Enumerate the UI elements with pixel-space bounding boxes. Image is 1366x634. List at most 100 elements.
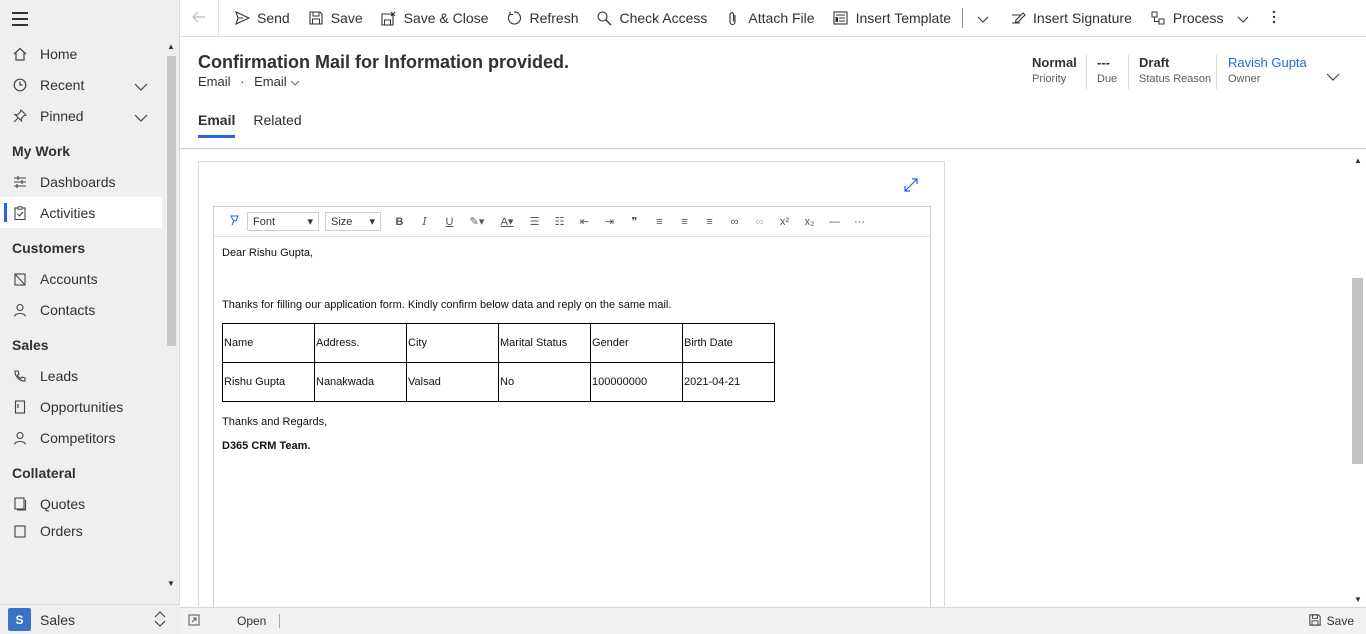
- sidebar-item-contacts[interactable]: Contacts: [0, 294, 162, 325]
- data-table: Name Address. City Marital Status Gender…: [222, 323, 775, 402]
- sidebar-item-activities[interactable]: Activities: [0, 197, 162, 228]
- record-subtitle: Email · Email: [198, 74, 300, 89]
- table-row: Rishu Gupta Nanakwada Valsad No 10000000…: [222, 362, 775, 402]
- scroll-up-icon[interactable]: ▲: [167, 42, 175, 51]
- sidebar-item-leads[interactable]: Leads: [0, 360, 162, 391]
- area-label: Sales: [40, 611, 76, 628]
- strikethrough-icon[interactable]: —: [822, 216, 847, 228]
- due-field: --- Due: [1097, 55, 1117, 85]
- chevron-down-icon: [1237, 10, 1249, 26]
- save-close-button[interactable]: Save & Close: [372, 0, 498, 37]
- table-cell: Nanakwada: [314, 362, 407, 402]
- italic-icon[interactable]: I: [412, 215, 437, 228]
- check-access-button[interactable]: Check Access: [587, 0, 716, 37]
- sidebar-item-accounts[interactable]: Accounts: [0, 263, 162, 294]
- hamburger-menu-icon[interactable]: [12, 12, 28, 26]
- subscript-icon[interactable]: x₂: [797, 216, 822, 228]
- sidebar-item-orders[interactable]: Orders: [0, 519, 162, 539]
- format-painter-icon[interactable]: [222, 214, 247, 229]
- home-icon: [12, 46, 28, 62]
- scroll-down-icon[interactable]: ▼: [1354, 595, 1362, 604]
- tab-email[interactable]: Email: [198, 112, 236, 138]
- content-scrollbar[interactable]: ▲ ▼: [1350, 150, 1366, 606]
- scroll-down-icon[interactable]: ▼: [167, 579, 175, 588]
- header-expand-chevron-icon[interactable]: [1326, 68, 1340, 86]
- area-switcher[interactable]: S Sales: [0, 604, 180, 634]
- save-label: Save: [330, 10, 363, 26]
- sidebar-item-competitors[interactable]: Competitors: [0, 422, 162, 453]
- sidebar-item-recent[interactable]: Recent: [0, 69, 162, 100]
- sidebar-section-title: Customers: [12, 240, 86, 256]
- send-icon: [234, 10, 250, 26]
- refresh-icon: [506, 10, 522, 26]
- save-button[interactable]: Save: [299, 0, 372, 37]
- scroll-up-icon[interactable]: ▲: [1354, 156, 1362, 165]
- sidebar-item-quotes[interactable]: Quotes: [0, 488, 162, 519]
- link-icon[interactable]: ∞: [722, 216, 747, 228]
- footer-save-button[interactable]: Save: [1309, 613, 1354, 629]
- sidebar-item-label: Leads: [40, 367, 79, 384]
- back-button[interactable]: [180, 0, 218, 37]
- bullet-list-icon[interactable]: ☰: [522, 215, 547, 228]
- sidebar-item-pinned[interactable]: Pinned: [0, 100, 162, 131]
- align-left-icon[interactable]: ≡: [647, 216, 672, 228]
- attach-file-button[interactable]: Attach File: [716, 0, 823, 37]
- unlink-icon[interactable]: ∞: [747, 216, 772, 228]
- table-cell: 2021-04-21: [682, 362, 775, 402]
- align-center-icon[interactable]: ≡: [672, 216, 697, 228]
- scrollbar-thumb[interactable]: [1352, 278, 1363, 464]
- insert-template-button[interactable]: Insert Template: [824, 0, 960, 37]
- owner-link[interactable]: Ravish Gupta: [1228, 55, 1307, 70]
- superscript-icon[interactable]: x²: [772, 216, 797, 228]
- status-footer: Open Save: [180, 607, 1366, 634]
- rich-text-editor[interactable]: Font ▾ Size ▾ B I U ✎▾ A▾ ☰ ☷ ⇤ ⇥ ❞ ≡ ≡ …: [213, 206, 931, 626]
- sidebar-item-label: Contacts: [40, 301, 96, 318]
- chevron-down-icon[interactable]: [134, 109, 148, 125]
- sidebar-item-home[interactable]: Home: [0, 38, 162, 69]
- more-options-icon[interactable]: ···: [847, 216, 872, 228]
- table-cell: Rishu Gupta: [222, 362, 315, 402]
- sidebar-item-label: Quotes: [40, 495, 86, 512]
- caret-down-icon: ▾: [307, 216, 313, 228]
- font-dropdown-label: Font: [253, 215, 276, 228]
- sidebar-item-dashboards[interactable]: Dashboards: [0, 166, 162, 197]
- process-label: Process: [1172, 10, 1224, 26]
- sidebar-nav: Home Recent Pinned My Work Dashboards Ac…: [0, 38, 162, 539]
- highlight-color-icon[interactable]: ✎▾: [462, 215, 492, 228]
- size-dropdown[interactable]: Size ▾: [325, 212, 381, 231]
- refresh-button[interactable]: Refresh: [497, 0, 587, 37]
- sidebar-item-opportunities[interactable]: Opportunities: [0, 391, 162, 422]
- tab-related[interactable]: Related: [253, 112, 301, 138]
- font-color-icon[interactable]: A▾: [492, 215, 522, 228]
- expand-icon[interactable]: [904, 178, 918, 197]
- more-commands-button[interactable]: [1258, 0, 1290, 37]
- caret-down-icon: ▾: [369, 216, 375, 228]
- paperclip-icon: [725, 10, 741, 26]
- insert-signature-label: Insert Signature: [1033, 10, 1132, 26]
- popout-icon[interactable]: [188, 614, 200, 629]
- bold-icon[interactable]: B: [387, 216, 412, 228]
- table-cell: Name: [222, 323, 315, 363]
- font-dropdown[interactable]: Font ▾: [247, 212, 319, 231]
- send-button[interactable]: Send: [225, 0, 299, 37]
- form-selector[interactable]: Email: [254, 74, 300, 89]
- chevron-down-icon[interactable]: [134, 78, 148, 94]
- sidebar-scrollbar[interactable]: ▲ ▼: [165, 40, 177, 590]
- clipboard-icon: [12, 205, 28, 221]
- align-right-icon[interactable]: ≡: [697, 216, 722, 228]
- underline-icon[interactable]: U: [437, 216, 462, 228]
- indent-icon[interactable]: ⇥: [597, 215, 622, 228]
- numbered-list-icon[interactable]: ☷: [547, 215, 572, 228]
- more-template-dropdown[interactable]: [965, 0, 1001, 37]
- email-body[interactable]: Dear Rishu Gupta, Thanks for filling our…: [214, 237, 930, 462]
- status-reason-label: Status Reason: [1139, 73, 1212, 85]
- chevron-down-icon: [977, 10, 989, 26]
- insert-signature-button[interactable]: Insert Signature: [1001, 0, 1141, 37]
- scrollbar-thumb[interactable]: [167, 56, 176, 346]
- status-reason-field: Draft Status Reason: [1139, 55, 1211, 85]
- quote-document-icon: [12, 496, 28, 512]
- chevron-updown-icon[interactable]: [154, 611, 166, 632]
- blockquote-icon[interactable]: ❞: [622, 215, 647, 228]
- outdent-icon[interactable]: ⇤: [572, 215, 597, 228]
- process-button[interactable]: Process: [1141, 0, 1259, 37]
